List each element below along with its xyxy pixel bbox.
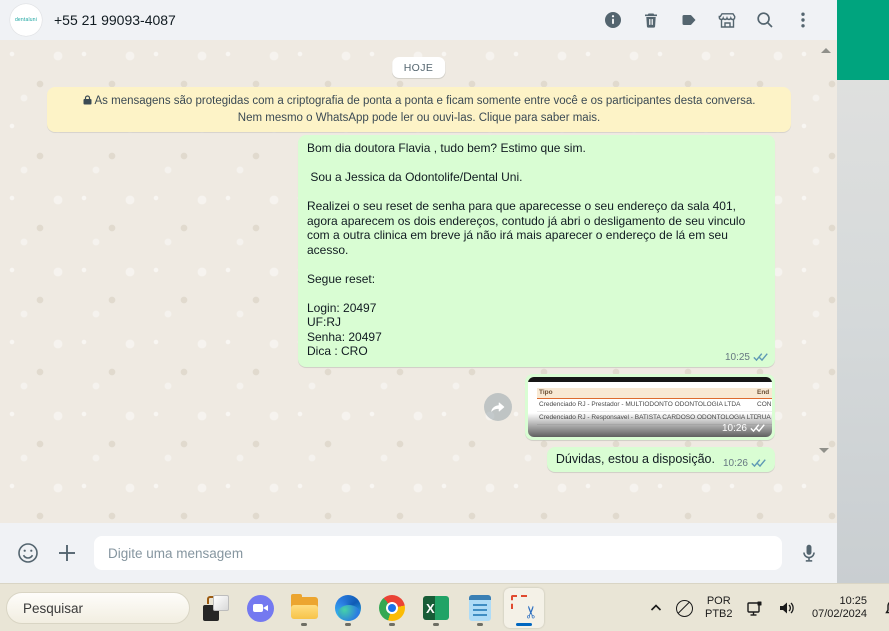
delete-icon[interactable] bbox=[639, 8, 663, 32]
message-line: Login: 20497 bbox=[307, 300, 377, 315]
taskbar-search-input[interactable] bbox=[7, 593, 200, 623]
mic-icon[interactable] bbox=[797, 541, 821, 565]
message-composer bbox=[0, 523, 837, 583]
storefront-icon[interactable] bbox=[715, 8, 739, 32]
contact-avatar[interactable]: dentaluni bbox=[10, 4, 42, 36]
message-line bbox=[307, 257, 766, 272]
image-message-row: Tipo End Credenciado RJ - Prestador - MU… bbox=[484, 373, 775, 440]
chat-area: HOJE As mensagens são protegidas com a c… bbox=[0, 40, 837, 523]
emoji-icon[interactable] bbox=[16, 541, 40, 565]
message-meta: 10:26 bbox=[723, 458, 766, 469]
double-check-icon bbox=[750, 424, 765, 433]
running-indicator bbox=[301, 623, 307, 626]
image-top-bar bbox=[528, 376, 772, 382]
clock-time: 10:25 bbox=[839, 595, 868, 607]
outgoing-message-reset-info: Bom dia doutora Flavia , tudo bem? Estim… bbox=[298, 135, 775, 367]
background-window-strip bbox=[837, 0, 889, 583]
attach-plus-icon[interactable] bbox=[55, 541, 79, 565]
message-time: 10:26 bbox=[721, 422, 747, 434]
running-indicator bbox=[345, 623, 351, 626]
message-line bbox=[307, 286, 766, 301]
outgoing-message-closing: Dúvidas, estou a disposição. 10:26 bbox=[546, 446, 775, 472]
double-check-icon bbox=[751, 459, 766, 468]
tray-chevron-up-icon[interactable] bbox=[648, 600, 664, 616]
header-actions bbox=[601, 8, 827, 32]
image-table-row: Credenciado RJ - Prestador - MULTIODONTO… bbox=[537, 398, 772, 412]
double-check-icon bbox=[753, 353, 768, 362]
forward-button[interactable] bbox=[484, 392, 512, 421]
message-line: Dica : CRO bbox=[307, 344, 368, 358]
tray-bell-icon[interactable] bbox=[883, 598, 889, 618]
outgoing-image-message[interactable]: Tipo End Credenciado RJ - Prestador - MU… bbox=[525, 373, 775, 440]
running-indicator bbox=[477, 623, 483, 626]
label-icon[interactable] bbox=[677, 8, 701, 32]
edge-icon bbox=[335, 595, 361, 621]
background-window-teal-header bbox=[837, 0, 889, 80]
edge-button[interactable] bbox=[328, 588, 368, 628]
tray-clock[interactable]: 10:25 07/02/2024 bbox=[809, 595, 871, 621]
kebab-menu-icon[interactable] bbox=[791, 8, 815, 32]
image-table-header: Tipo End bbox=[537, 387, 772, 399]
scrollbar-down-arrow[interactable] bbox=[819, 448, 829, 453]
running-indicator bbox=[433, 623, 439, 626]
excel-button[interactable]: X bbox=[416, 588, 456, 628]
encryption-notice-banner[interactable]: As mensagens são protegidas com a cripto… bbox=[47, 87, 791, 132]
tray-volume-icon[interactable] bbox=[777, 598, 797, 618]
task-view-icon bbox=[203, 595, 229, 621]
message-line bbox=[307, 185, 766, 200]
taskbar-apps: X ✂ bbox=[196, 588, 544, 628]
scrollbar-up-arrow[interactable] bbox=[821, 48, 831, 53]
contact-avatar-logo: dentaluni bbox=[14, 17, 38, 23]
snipping-tool-icon: ✂ bbox=[510, 594, 541, 622]
image-table-col1-header: Tipo bbox=[539, 389, 553, 396]
snipping-tool-button[interactable]: ✂ bbox=[504, 588, 544, 628]
whatsapp-window: dentaluni +55 21 99093-4087 HOJE As mens… bbox=[0, 0, 837, 583]
keyboard-layout: PTB2 bbox=[705, 608, 733, 620]
taskbar-search[interactable] bbox=[6, 592, 221, 624]
message-line: UF:RJ bbox=[307, 315, 341, 329]
image-thumbnail: Tipo End Credenciado RJ - Prestador - MU… bbox=[528, 376, 772, 437]
info-icon[interactable] bbox=[601, 8, 625, 32]
search-icon[interactable] bbox=[753, 8, 777, 32]
clock-date: 07/02/2024 bbox=[811, 608, 868, 620]
active-indicator bbox=[516, 623, 532, 626]
chat-header: dentaluni +55 21 99093-4087 bbox=[0, 0, 837, 40]
running-indicator bbox=[389, 623, 395, 626]
message-time: 10:25 bbox=[724, 351, 750, 363]
date-chip: HOJE bbox=[391, 57, 446, 78]
notepad-button[interactable] bbox=[460, 588, 500, 628]
chrome-icon bbox=[379, 595, 405, 621]
file-explorer-button[interactable] bbox=[284, 588, 324, 628]
image-table-col2-header: End bbox=[757, 389, 770, 396]
message-line: Realizei o seu reset de senha para que a… bbox=[307, 199, 749, 257]
lock-icon bbox=[83, 94, 92, 110]
message-list: Bom dia doutora Flavia , tudo bem? Estim… bbox=[0, 135, 837, 472]
zoom-app-icon bbox=[246, 594, 274, 622]
system-tray: POR PTB2 10:25 07/02/2024 bbox=[648, 584, 889, 631]
notepad-icon bbox=[469, 595, 491, 621]
message-line bbox=[307, 156, 766, 171]
message-text: Dúvidas, estou a disposição. bbox=[555, 451, 715, 466]
message-input[interactable] bbox=[94, 536, 782, 570]
language-code: POR bbox=[706, 595, 731, 607]
chrome-button[interactable] bbox=[372, 588, 412, 628]
message-time: 10:26 bbox=[722, 457, 748, 469]
message-meta: 10:25 bbox=[725, 352, 768, 363]
message-line: Segue reset: bbox=[307, 271, 376, 286]
message-line: Senha: 20497 bbox=[307, 329, 382, 344]
image-message-meta: 10:26 bbox=[722, 423, 765, 434]
encryption-notice-text: As mensagens são protegidas com a cripto… bbox=[94, 95, 756, 124]
task-view-button[interactable] bbox=[196, 588, 236, 628]
message-line: Bom dia doutora Flavia , tudo bem? Estim… bbox=[307, 141, 586, 155]
forward-arrow-icon bbox=[491, 402, 505, 412]
zoom-app-button[interactable] bbox=[240, 588, 280, 628]
message-line: Sou a Jessica da Odontolife/Dental Uni. bbox=[307, 170, 523, 184]
excel-icon: X bbox=[423, 596, 449, 620]
tray-network-icon[interactable] bbox=[745, 598, 765, 618]
file-explorer-icon bbox=[290, 594, 318, 619]
tray-language-indicator[interactable]: POR PTB2 bbox=[705, 595, 733, 621]
tray-mute-icon[interactable] bbox=[676, 599, 693, 617]
windows-taskbar: X ✂ POR PTB2 bbox=[0, 583, 889, 631]
contact-phone-title[interactable]: +55 21 99093-4087 bbox=[54, 12, 176, 28]
